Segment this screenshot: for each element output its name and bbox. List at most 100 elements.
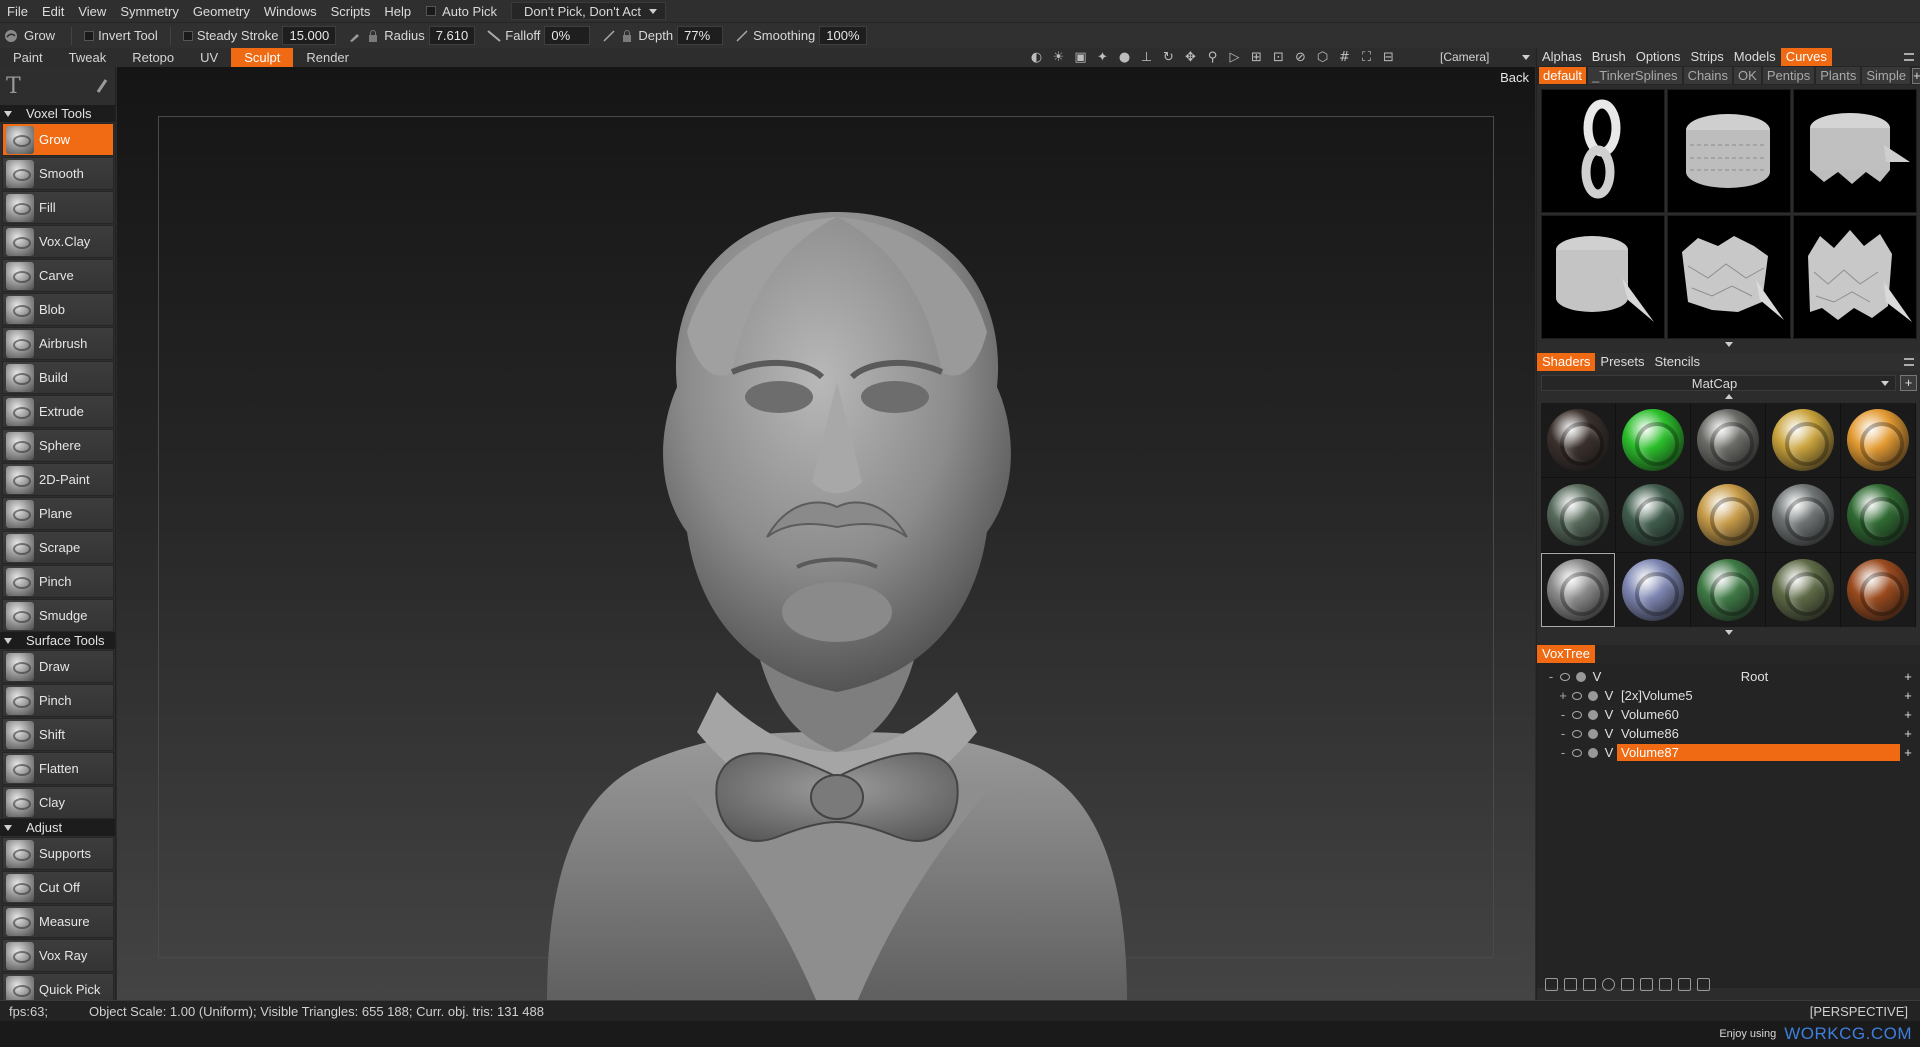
ghost-toggle-icon[interactable] — [1588, 690, 1598, 701]
light-icon[interactable]: ☀ — [1050, 50, 1067, 65]
surface-tools-header[interactable]: Surface Tools — [0, 632, 115, 649]
visibility-eye-icon[interactable] — [1560, 672, 1570, 681]
add-child-icon[interactable]: + — [1900, 688, 1916, 703]
tool-shift-button[interactable]: Shift — [2, 718, 114, 751]
tab-sculpt[interactable]: Sculpt — [231, 48, 294, 67]
curve-preset-studded-cylinder[interactable] — [1667, 89, 1791, 213]
ghost-toggle-icon[interactable] — [1588, 747, 1598, 758]
falloff-field[interactable]: 0% — [544, 26, 591, 45]
tab-pentips[interactable]: Pentips — [1762, 67, 1815, 84]
sphere-icon[interactable] — [1602, 978, 1615, 991]
radius-param[interactable]: Radius 7.610 — [342, 26, 481, 45]
new-layer-icon[interactable] — [1545, 978, 1558, 991]
matcap-swatch[interactable] — [1766, 478, 1840, 552]
duplicate-icon[interactable] — [1583, 978, 1596, 991]
voxel-mode-icon[interactable]: V — [1603, 726, 1615, 741]
tool-blob-button[interactable]: Blob — [2, 293, 114, 326]
radius-field[interactable]: 7.610 — [428, 26, 476, 45]
no-icon[interactable]: ⊘ — [1292, 50, 1309, 65]
volume-name[interactable]: [2x]Volume5 — [1617, 687, 1900, 704]
tab-retopo[interactable]: Retopo — [119, 48, 187, 67]
menu-geometry[interactable]: Geometry — [186, 4, 257, 19]
menu-help[interactable]: Help — [377, 4, 418, 19]
tool-pinch-button[interactable]: Pinch — [2, 565, 114, 598]
tool-vox-clay-button[interactable]: Vox.Clay — [2, 225, 114, 258]
volume-name[interactable]: Volume87 — [1617, 744, 1900, 761]
voxtree-row[interactable]: - V Volume87 + — [1537, 743, 1920, 762]
camera-dropdown[interactable]: [Camera] — [1430, 48, 1530, 66]
curve-preset-spiked-cylinder[interactable] — [1793, 89, 1917, 213]
matcap-swatch[interactable] — [1766, 403, 1840, 477]
falloff-param[interactable]: Falloff 0% — [481, 26, 596, 45]
play-icon[interactable]: ▷ — [1226, 50, 1243, 65]
voxtree-row[interactable]: + V [2x]Volume5 + — [1537, 686, 1920, 705]
shading-icon[interactable]: ◐ — [1028, 50, 1045, 65]
curve-preset-faceted-beak[interactable] — [1667, 215, 1791, 339]
tool-flatten-button[interactable]: Flatten — [2, 752, 114, 785]
shaders-scroll-down[interactable] — [1537, 627, 1920, 637]
visibility-eye-icon[interactable] — [1572, 710, 1582, 719]
curve-preset-spiky-beak[interactable] — [1793, 215, 1917, 339]
matcap-swatch[interactable] — [1616, 553, 1690, 627]
matcap-swatch[interactable] — [1841, 403, 1915, 477]
tab-strips[interactable]: Strips — [1686, 48, 1729, 66]
current-tool[interactable]: Grow — [0, 28, 65, 43]
add-child-icon[interactable]: + — [1900, 726, 1916, 741]
grid-icon[interactable]: # — [1336, 50, 1353, 65]
tab-tweak[interactable]: Tweak — [56, 48, 120, 67]
steady-stroke-field[interactable]: 15.000 — [282, 26, 337, 45]
lock-icon[interactable] — [620, 29, 634, 43]
zoom-icon[interactable]: ⚲ — [1204, 50, 1221, 65]
invert-tool-toggle[interactable]: Invert Tool — [78, 28, 164, 43]
tool-vox-ray-button[interactable]: Vox Ray — [2, 939, 114, 972]
voxel-mode-icon[interactable]: V — [1591, 669, 1603, 684]
grid-icon[interactable] — [1659, 978, 1672, 991]
menu-scripts[interactable]: Scripts — [324, 4, 378, 19]
matcap-swatch[interactable] — [1841, 478, 1915, 552]
voxel-mode-icon[interactable]: V — [1603, 688, 1615, 703]
voxtree-row[interactable]: - V Root + — [1537, 667, 1920, 686]
add-child-icon[interactable]: + — [1900, 669, 1916, 684]
add-child-icon[interactable]: + — [1900, 745, 1916, 760]
move-icon[interactable]: ✥ — [1182, 50, 1199, 65]
tool-clay-button[interactable]: Clay — [2, 786, 114, 819]
curve-preset-cylinder-beak[interactable] — [1541, 215, 1665, 339]
tool-smudge-button[interactable]: Smudge — [2, 599, 114, 632]
smoothing-field[interactable]: 100% — [819, 26, 867, 45]
ghost-toggle-icon[interactable] — [1588, 728, 1598, 739]
tool-extrude-button[interactable]: Extrude — [2, 395, 114, 428]
rotate-icon[interactable]: ↻ — [1160, 50, 1177, 65]
shader-type-dropdown[interactable]: MatCap — [1541, 375, 1896, 391]
expand-toggle-icon[interactable]: + — [1557, 688, 1569, 703]
text-tool-icon[interactable]: T — [6, 74, 21, 99]
tab-curves[interactable]: Curves — [1780, 48, 1832, 66]
menu-edit[interactable]: Edit — [35, 4, 71, 19]
visibility-eye-icon[interactable] — [1572, 748, 1582, 757]
tab-render[interactable]: Render — [293, 48, 362, 67]
tool-measure-button[interactable]: Measure — [2, 905, 114, 938]
smoothing-param[interactable]: Smoothing 100% — [729, 26, 872, 45]
matcap-swatch[interactable] — [1616, 478, 1690, 552]
add-child-icon[interactable]: + — [1900, 707, 1916, 722]
matcap-swatch[interactable] — [1766, 553, 1840, 627]
tool-sphere-button[interactable]: Sphere — [2, 429, 114, 462]
matcap-swatch[interactable] — [1691, 403, 1765, 477]
matcap-swatch[interactable] — [1691, 478, 1765, 552]
matcap-swatch[interactable] — [1841, 553, 1915, 627]
tab-stencils[interactable]: Stencils — [1650, 353, 1706, 371]
voxel-mode-icon[interactable]: V — [1603, 745, 1615, 760]
add-category-button[interactable]: + — [1912, 67, 1920, 84]
shaders-scroll-up[interactable] — [1537, 391, 1920, 401]
ghost-toggle-icon[interactable] — [1588, 709, 1598, 720]
transform-icon[interactable] — [1697, 978, 1710, 991]
expand-toggle-icon[interactable]: - — [1557, 726, 1569, 741]
visibility-eye-icon[interactable] — [1572, 691, 1582, 700]
add-shader-button[interactable]: + — [1900, 375, 1917, 391]
steady-stroke-checkbox[interactable] — [182, 30, 193, 41]
menu-windows[interactable]: Windows — [257, 4, 324, 19]
matcap-swatch[interactable] — [1541, 403, 1615, 477]
ghost-toggle-icon[interactable] — [1576, 671, 1586, 682]
volume-name[interactable]: Root — [1605, 668, 1900, 685]
tool-cut-off-button[interactable]: Cut Off — [2, 871, 114, 904]
matcap-swatch[interactable] — [1541, 553, 1615, 627]
